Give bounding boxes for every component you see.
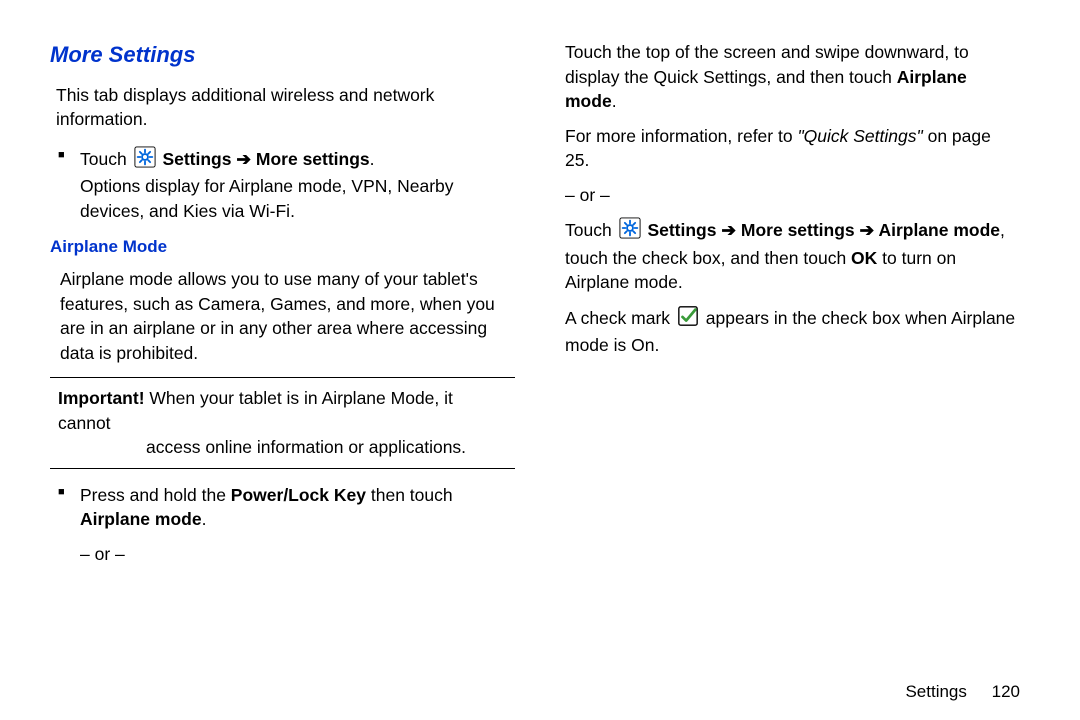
more-settings-heading: More Settings bbox=[50, 40, 515, 71]
intro-text: This tab displays additional wireless an… bbox=[56, 83, 515, 132]
checkmark-prefix: A check mark bbox=[565, 307, 675, 327]
or-separator-left: – or – bbox=[80, 542, 515, 567]
important-label: Important! bbox=[58, 388, 145, 408]
touch-settings-bullet: Touch bbox=[80, 146, 505, 224]
airplane-mode-bold-r2: Airplane mode bbox=[878, 220, 1000, 240]
settings-gear-icon bbox=[134, 146, 156, 175]
arrow-icon: ➔ bbox=[236, 149, 256, 169]
page-footer: Settings 120 bbox=[905, 682, 1020, 702]
quick-settings-ref: "Quick Settings" bbox=[797, 126, 922, 146]
important-callout: Important! When your tablet is in Airpla… bbox=[50, 377, 515, 469]
ok-label: OK bbox=[851, 248, 877, 268]
press-hold-mid: then touch bbox=[366, 485, 453, 505]
options-line: Options display for Airplane mode, VPN, … bbox=[80, 174, 505, 223]
touch-prefix: Touch bbox=[80, 149, 132, 169]
arrow-icon-r1: ➔ bbox=[721, 220, 741, 240]
checkmark-line: A check mark appears in the check box wh… bbox=[565, 305, 1020, 358]
touch-settings-path: Touch bbox=[565, 217, 1020, 295]
more-settings-label: More settings bbox=[256, 149, 370, 169]
footer-section: Settings bbox=[905, 682, 966, 701]
airplane-mode-bold: Airplane mode bbox=[80, 509, 202, 529]
settings-label: Settings bbox=[162, 149, 231, 169]
more-info-line: For more information, refer to "Quick Se… bbox=[565, 124, 1020, 173]
important-text-cont: access online information or application… bbox=[146, 435, 507, 460]
settings-gear-icon-r bbox=[619, 217, 641, 246]
more-info-prefix: For more information, refer to bbox=[565, 126, 797, 146]
or-separator-right: – or – bbox=[565, 183, 1030, 208]
touch-prefix-r: Touch bbox=[565, 220, 617, 240]
more-settings-label-r: More settings bbox=[741, 220, 855, 240]
arrow-icon-r2: ➔ bbox=[860, 220, 879, 240]
press-hold-prefix: Press and hold the bbox=[80, 485, 231, 505]
airplane-mode-description: Airplane mode allows you to use many of … bbox=[60, 267, 505, 365]
swipe-instruction: Touch the top of the screen and swipe do… bbox=[565, 40, 1020, 114]
press-hold-bullet: Press and hold the Power/Lock Key then t… bbox=[80, 483, 505, 532]
footer-page-number: 120 bbox=[992, 682, 1020, 701]
power-lock-key: Power/Lock Key bbox=[231, 485, 366, 505]
checkmark-icon bbox=[677, 305, 699, 334]
settings-label-r: Settings bbox=[647, 220, 716, 240]
airplane-mode-heading: Airplane Mode bbox=[50, 235, 515, 259]
